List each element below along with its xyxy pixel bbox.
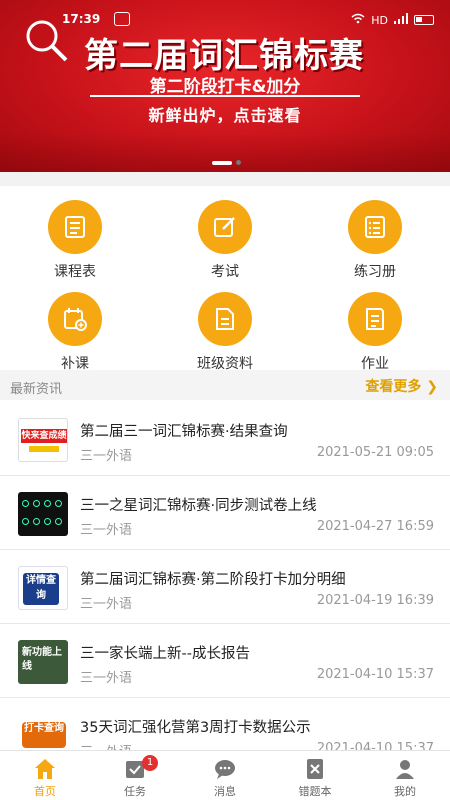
chevron-right-icon: ❯	[426, 379, 438, 395]
thumbnail-text: 新功能上线	[22, 647, 62, 672]
news-item[interactable]: 详情查询 第二届词汇锦标赛·第二阶段打卡加分明细 三一外语 2021-04-19…	[0, 550, 450, 624]
banner-divider	[90, 95, 360, 97]
news-item[interactable]: 新功能上线 三一家长端上新--成长报告 三一外语 2021-04-10 15:3…	[0, 624, 450, 698]
tab-home[interactable]: 首页	[0, 751, 90, 800]
signal-icon	[394, 13, 408, 27]
news-section-title: 最新资讯	[10, 382, 63, 397]
homework-icon	[348, 292, 402, 346]
news-thumbnail: 快来查成绩	[18, 418, 68, 462]
grid-item-makeup-class[interactable]: 补课	[15, 292, 135, 372]
news-date: 2021-04-10 15:37	[316, 667, 434, 682]
news-title: 三一家长端上新--成长报告	[80, 646, 250, 662]
news-date: 2021-04-19 16:39	[316, 593, 434, 608]
news-list: 快来查成绩 第二届三一词汇锦标赛·结果查询 三一外语 2021-05-21 09…	[0, 402, 450, 772]
carousel-indicator[interactable]	[212, 160, 241, 165]
thumbnail-text: 打卡查询	[22, 722, 66, 748]
carousel-dot-active[interactable]	[212, 160, 232, 165]
section-gap	[0, 172, 450, 186]
grid-item-homework[interactable]: 作业	[315, 292, 435, 372]
status-icons: HD	[351, 13, 434, 27]
news-source: 三一外语	[80, 523, 133, 538]
tab-label: 任务	[124, 785, 146, 798]
exam-edit-icon	[198, 200, 252, 254]
task-badge: 1	[142, 755, 158, 771]
bottom-tab-bar: 首页 1 任务 消息 错题本 我的	[0, 750, 450, 800]
news-source: 三一外语	[80, 449, 133, 464]
news-title: 三一之星词汇锦标赛·同步测试卷上线	[80, 498, 317, 514]
banner-title: 第二届词汇锦标赛	[84, 36, 364, 76]
news-source: 三一外语	[80, 597, 133, 612]
news-source: 三一外语	[80, 671, 133, 686]
banner-cta: 新鲜出炉，点击速看	[148, 106, 302, 125]
see-more-label: 查看更多	[365, 379, 422, 395]
grid-item-class-files[interactable]: 班级资料	[165, 292, 285, 372]
grid-item-workbook[interactable]: 练习册	[315, 200, 435, 280]
news-title: 第二届三一词汇锦标赛·结果查询	[80, 424, 288, 440]
battery-icon	[414, 15, 434, 25]
network-type: HD	[371, 13, 388, 27]
see-more-link[interactable]: 查看更多 ❯	[365, 376, 438, 396]
news-title: 第二届词汇锦标赛·第二阶段打卡加分明细	[80, 572, 346, 588]
grid-item-schedule[interactable]: 课程表	[15, 200, 135, 280]
tab-label: 错题本	[298, 785, 332, 798]
app-root: 17:39 HD 第二届词汇锦标赛 第二阶段打卡&加分 新鲜出炉，点击速看 课程…	[0, 0, 450, 800]
tab-label: 消息	[214, 785, 236, 798]
grid-label: 考试	[211, 264, 239, 280]
thumbnail-text: 快来查成绩	[21, 429, 67, 443]
news-thumbnail: 新功能上线	[18, 640, 68, 684]
tab-task[interactable]: 1 任务	[90, 751, 180, 800]
banner-subtitle: 第二阶段打卡&加分	[149, 77, 301, 97]
home-icon	[35, 759, 55, 779]
magnifier-icon	[26, 20, 68, 62]
class-files-icon	[198, 292, 252, 346]
app-notification-icon	[114, 12, 130, 26]
news-item[interactable]: 快来查成绩 第二届三一词汇锦标赛·结果查询 三一外语 2021-05-21 09…	[0, 402, 450, 476]
news-title: 35天词汇强化营第3周打卡数据公示	[80, 720, 311, 736]
promo-banner[interactable]: 17:39 HD 第二届词汇锦标赛 第二阶段打卡&加分 新鲜出炉，点击速看	[0, 0, 450, 172]
workbook-icon	[348, 200, 402, 254]
grid-item-exam[interactable]: 考试	[165, 200, 285, 280]
grid-label: 练习册	[354, 264, 396, 280]
news-item[interactable]: 三一之星词汇锦标赛·同步测试卷上线 三一外语 2021-04-27 16:59	[0, 476, 450, 550]
profile-icon	[396, 760, 414, 779]
news-date: 2021-04-27 16:59	[316, 519, 434, 534]
tab-label: 首页	[34, 785, 56, 798]
news-thumbnail	[18, 492, 68, 536]
mistakes-book-icon	[307, 759, 323, 779]
news-thumbnail: 详情查询	[18, 566, 68, 610]
makeup-class-icon	[48, 292, 102, 346]
carousel-dot[interactable]	[236, 160, 241, 165]
tab-message[interactable]: 消息	[180, 751, 270, 800]
tab-label: 我的	[394, 785, 416, 798]
grid-label: 课程表	[54, 264, 96, 280]
news-section-header: 最新资讯 查看更多 ❯	[0, 370, 450, 400]
feature-grid: 课程表 考试 练习册 补课 班级资料 作业	[0, 186, 450, 372]
news-date: 2021-05-21 09:05	[316, 445, 434, 460]
tab-mistakes-book[interactable]: 错题本	[270, 751, 360, 800]
wifi-icon	[351, 13, 365, 27]
tab-profile[interactable]: 我的	[360, 751, 450, 800]
thumbnail-text: 详情查询	[23, 573, 59, 605]
schedule-icon	[48, 200, 102, 254]
message-icon	[215, 760, 235, 779]
